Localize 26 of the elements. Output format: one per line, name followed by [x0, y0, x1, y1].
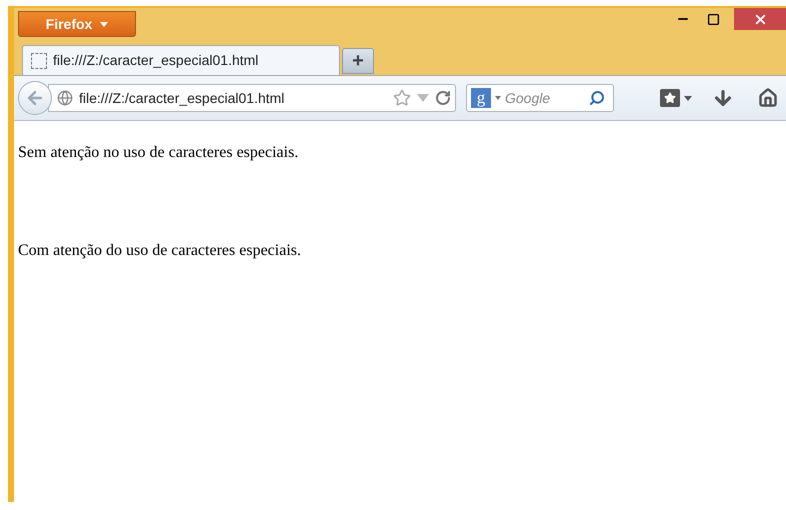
- browser-tab[interactable]: file:///Z:/caracter_especial01.html: [22, 45, 340, 75]
- close-button[interactable]: [734, 8, 786, 30]
- search-engine-logo[interactable]: g: [471, 88, 491, 108]
- url-bar[interactable]: file:///Z:/caracter_especial01.html: [48, 84, 456, 112]
- caret-icon: [684, 96, 692, 100]
- globe-icon: [57, 90, 73, 106]
- download-arrow-icon: [712, 87, 734, 109]
- download-button[interactable]: [712, 87, 734, 109]
- page-icon: [31, 52, 47, 68]
- home-button[interactable]: [758, 88, 778, 108]
- caret-icon: [495, 96, 501, 100]
- new-tab-button[interactable]: +: [342, 48, 374, 74]
- paragraph: Com atenção do uso de caracteres especiais.: [18, 241, 302, 261]
- reload-icon[interactable]: [435, 90, 451, 106]
- caret-icon: [100, 22, 108, 26]
- star-icon[interactable]: [393, 89, 411, 107]
- home-icon: [758, 88, 778, 108]
- maximize-icon: [706, 12, 720, 26]
- paragraph: Sem atenção no uso de caracteres especiais.: [18, 143, 300, 163]
- url-text: file:///Z:/caracter_especial01.html: [79, 88, 286, 108]
- star-icon: [664, 92, 676, 104]
- bookmarks-button[interactable]: [660, 89, 692, 107]
- search-input[interactable]: Google: [505, 88, 585, 108]
- search-field[interactable]: g Google: [466, 84, 614, 112]
- search-icon[interactable]: [589, 90, 605, 106]
- back-arrow-icon: [25, 88, 45, 108]
